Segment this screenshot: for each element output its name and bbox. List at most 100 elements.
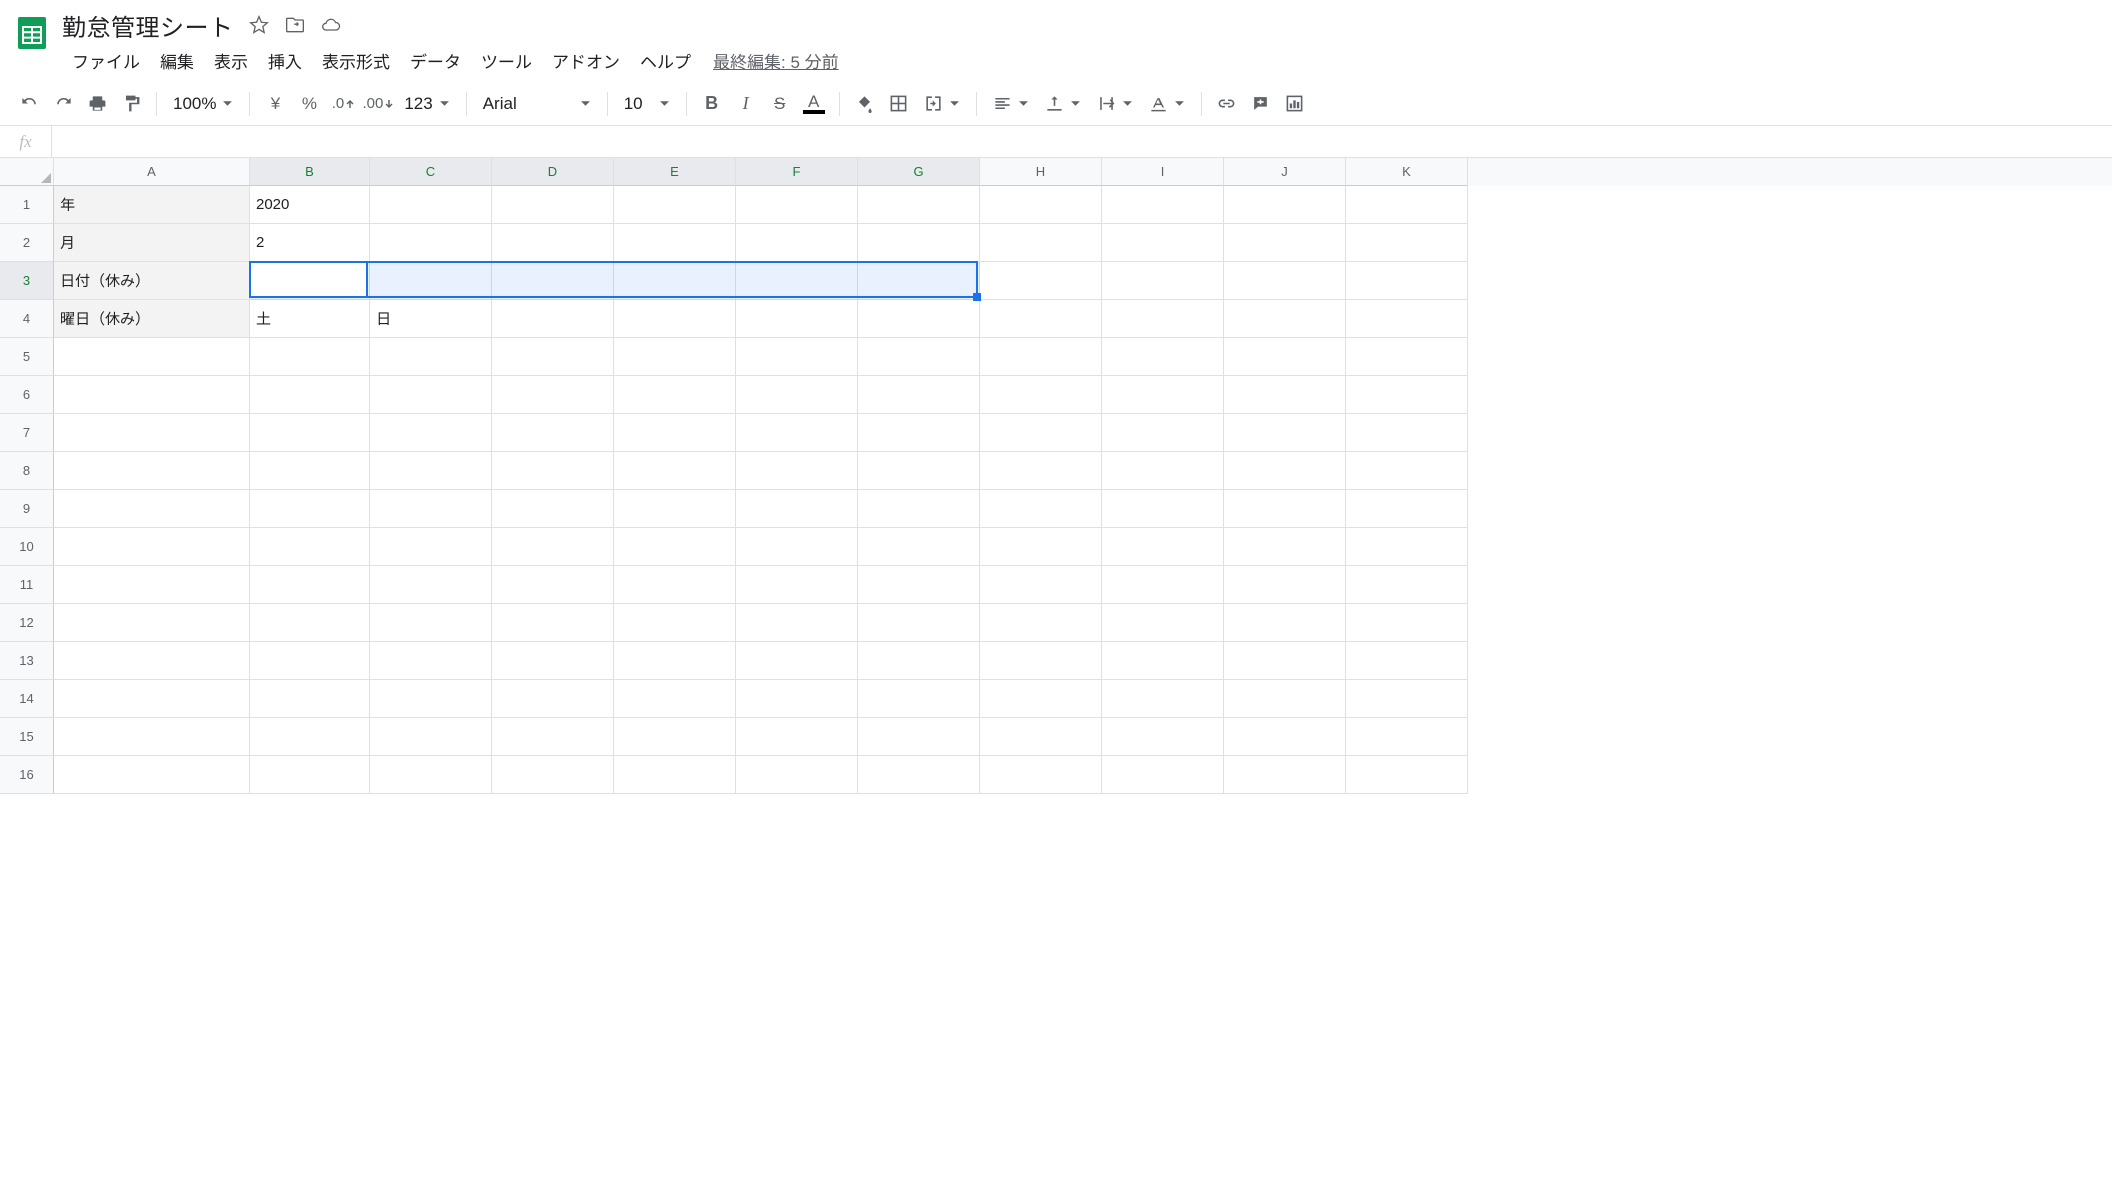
sheets-logo[interactable] bbox=[12, 8, 52, 58]
paint-format-button[interactable] bbox=[116, 89, 146, 119]
cell-J4[interactable] bbox=[1224, 300, 1346, 338]
cell-A16[interactable] bbox=[54, 756, 250, 794]
cell-F9[interactable] bbox=[736, 490, 858, 528]
cell-D7[interactable] bbox=[492, 414, 614, 452]
row-header-11[interactable]: 11 bbox=[0, 566, 54, 604]
cell-D15[interactable] bbox=[492, 718, 614, 756]
cell-I11[interactable] bbox=[1102, 566, 1224, 604]
cell-B16[interactable] bbox=[250, 756, 370, 794]
cell-J7[interactable] bbox=[1224, 414, 1346, 452]
column-header-G[interactable]: G bbox=[858, 158, 980, 186]
cell-K5[interactable] bbox=[1346, 338, 1468, 376]
cell-A3[interactable]: 日付（休み） bbox=[54, 262, 250, 300]
cell-G9[interactable] bbox=[858, 490, 980, 528]
cell-E5[interactable] bbox=[614, 338, 736, 376]
cell-H16[interactable] bbox=[980, 756, 1102, 794]
cell-B1[interactable]: 2020 bbox=[250, 186, 370, 224]
text-color-button[interactable]: A bbox=[799, 89, 829, 119]
horizontal-align-dropdown[interactable] bbox=[987, 89, 1035, 119]
row-header-15[interactable]: 15 bbox=[0, 718, 54, 756]
cell-I1[interactable] bbox=[1102, 186, 1224, 224]
print-button[interactable] bbox=[82, 89, 112, 119]
row-header-16[interactable]: 16 bbox=[0, 756, 54, 794]
cell-A7[interactable] bbox=[54, 414, 250, 452]
cell-E8[interactable] bbox=[614, 452, 736, 490]
column-header-B[interactable]: B bbox=[250, 158, 370, 186]
cell-I15[interactable] bbox=[1102, 718, 1224, 756]
row-header-6[interactable]: 6 bbox=[0, 376, 54, 414]
cell-A2[interactable]: 月 bbox=[54, 224, 250, 262]
cell-D12[interactable] bbox=[492, 604, 614, 642]
cell-J13[interactable] bbox=[1224, 642, 1346, 680]
decrease-decimal-button[interactable]: .0 bbox=[328, 89, 358, 119]
cell-G15[interactable] bbox=[858, 718, 980, 756]
row-header-2[interactable]: 2 bbox=[0, 224, 54, 262]
cell-K6[interactable] bbox=[1346, 376, 1468, 414]
cell-K4[interactable] bbox=[1346, 300, 1468, 338]
cell-G11[interactable] bbox=[858, 566, 980, 604]
row-header-7[interactable]: 7 bbox=[0, 414, 54, 452]
row-header-9[interactable]: 9 bbox=[0, 490, 54, 528]
cell-H14[interactable] bbox=[980, 680, 1102, 718]
cell-E6[interactable] bbox=[614, 376, 736, 414]
insert-chart-button[interactable] bbox=[1280, 89, 1310, 119]
cell-E7[interactable] bbox=[614, 414, 736, 452]
cell-K8[interactable] bbox=[1346, 452, 1468, 490]
column-header-I[interactable]: I bbox=[1102, 158, 1224, 186]
cell-B3[interactable] bbox=[250, 262, 370, 300]
cell-J9[interactable] bbox=[1224, 490, 1346, 528]
cell-F6[interactable] bbox=[736, 376, 858, 414]
cell-K13[interactable] bbox=[1346, 642, 1468, 680]
cell-I4[interactable] bbox=[1102, 300, 1224, 338]
cell-B4[interactable]: 土 bbox=[250, 300, 370, 338]
cell-H3[interactable] bbox=[980, 262, 1102, 300]
cell-E11[interactable] bbox=[614, 566, 736, 604]
cell-K2[interactable] bbox=[1346, 224, 1468, 262]
cell-J1[interactable] bbox=[1224, 186, 1346, 224]
cell-K9[interactable] bbox=[1346, 490, 1468, 528]
cell-H6[interactable] bbox=[980, 376, 1102, 414]
cell-I10[interactable] bbox=[1102, 528, 1224, 566]
italic-button[interactable]: I bbox=[731, 89, 761, 119]
cell-G3[interactable] bbox=[858, 262, 980, 300]
select-all-corner[interactable] bbox=[0, 158, 54, 186]
cell-I3[interactable] bbox=[1102, 262, 1224, 300]
cell-A14[interactable] bbox=[54, 680, 250, 718]
cell-I16[interactable] bbox=[1102, 756, 1224, 794]
column-header-K[interactable]: K bbox=[1346, 158, 1468, 186]
move-icon[interactable] bbox=[284, 14, 306, 36]
insert-link-button[interactable] bbox=[1212, 89, 1242, 119]
increase-decimal-button[interactable]: .00 bbox=[362, 89, 394, 119]
cell-B12[interactable] bbox=[250, 604, 370, 642]
cell-D1[interactable] bbox=[492, 186, 614, 224]
cell-C3[interactable] bbox=[370, 262, 492, 300]
cell-G14[interactable] bbox=[858, 680, 980, 718]
menu-format[interactable]: 表示形式 bbox=[312, 44, 400, 77]
zoom-dropdown[interactable]: 100% bbox=[167, 89, 239, 119]
redo-button[interactable] bbox=[48, 89, 78, 119]
menu-view[interactable]: 表示 bbox=[204, 44, 258, 77]
cell-F3[interactable] bbox=[736, 262, 858, 300]
cell-H7[interactable] bbox=[980, 414, 1102, 452]
cell-B14[interactable] bbox=[250, 680, 370, 718]
cell-C14[interactable] bbox=[370, 680, 492, 718]
cell-J15[interactable] bbox=[1224, 718, 1346, 756]
cell-G2[interactable] bbox=[858, 224, 980, 262]
cell-K10[interactable] bbox=[1346, 528, 1468, 566]
menu-insert[interactable]: 挿入 bbox=[258, 44, 312, 77]
cell-H9[interactable] bbox=[980, 490, 1102, 528]
cell-F1[interactable] bbox=[736, 186, 858, 224]
bold-button[interactable]: B bbox=[697, 89, 727, 119]
cell-B13[interactable] bbox=[250, 642, 370, 680]
cell-H1[interactable] bbox=[980, 186, 1102, 224]
cell-D4[interactable] bbox=[492, 300, 614, 338]
cell-F7[interactable] bbox=[736, 414, 858, 452]
cell-K7[interactable] bbox=[1346, 414, 1468, 452]
cell-G4[interactable] bbox=[858, 300, 980, 338]
cell-H5[interactable] bbox=[980, 338, 1102, 376]
cell-F13[interactable] bbox=[736, 642, 858, 680]
cell-B9[interactable] bbox=[250, 490, 370, 528]
grid-container[interactable]: ABCDEFGHIJK 1年20202月23日付（休み）4曜日（休み）土日567… bbox=[0, 158, 2112, 1190]
insert-comment-button[interactable] bbox=[1246, 89, 1276, 119]
cell-D3[interactable] bbox=[492, 262, 614, 300]
